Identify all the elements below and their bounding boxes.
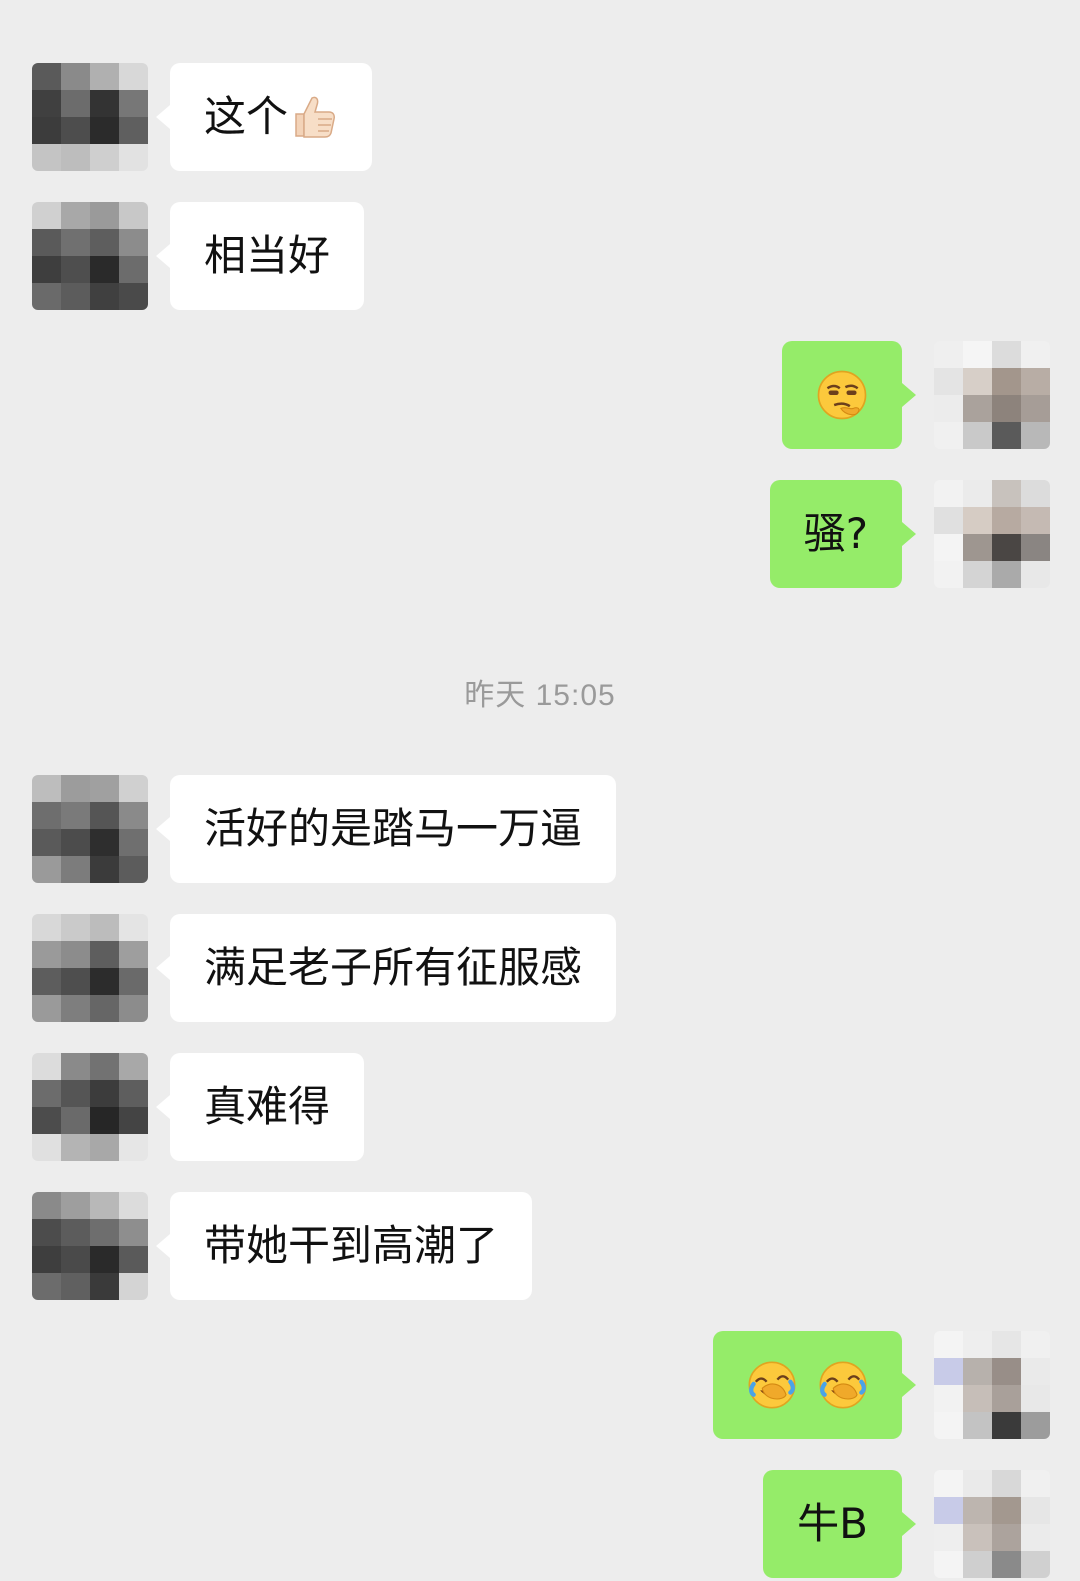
chat-window: 这个 相当好 骚? 昨天 15:05 活好的是踏马一万逼 满足老子所有征服感 真… [0,0,1080,1581]
message-row: 真难得 [0,1053,1080,1161]
message-row: 活好的是踏马一万逼 [0,775,1080,883]
message-row: 骚? [0,480,1080,588]
message-row: 牛B [0,1470,1080,1578]
message-bubble[interactable] [712,1331,917,1439]
message-row: 相当好 [0,202,1080,310]
message-bubble[interactable]: 活好的是踏马一万逼 [155,775,617,883]
thumbs-up-icon [295,96,336,138]
avatar[interactable] [32,63,148,171]
message-text: 骚? [803,509,868,558]
facepalm-laughing-face-icon [748,1361,796,1408]
message-row [0,341,1080,449]
message-text: 相当好 [204,231,331,280]
message-bubble[interactable]: 骚? [769,480,917,588]
message-bubble[interactable]: 相当好 [155,202,365,310]
message-text: 牛B [797,1499,868,1548]
message-text: 这个 [204,92,289,141]
smirking-thinking-face-icon [817,370,867,419]
message-row [0,1331,1080,1439]
message-text: 带她干到高潮了 [204,1221,499,1270]
message-text: 真难得 [204,1082,331,1131]
message-row: 这个 [0,63,1080,171]
avatar[interactable] [32,1192,148,1300]
avatar[interactable] [32,1053,148,1161]
avatar[interactable] [934,1470,1050,1578]
message-bubble[interactable]: 牛B [763,1470,916,1578]
timestamp: 昨天 15:05 [464,679,616,712]
avatar[interactable] [32,202,148,310]
message-bubble[interactable] [782,341,916,449]
avatar[interactable] [934,1331,1050,1439]
avatar[interactable] [32,775,148,883]
message-text: 活好的是踏马一万逼 [204,804,583,853]
message-row: 满足老子所有征服感 [0,914,1080,1022]
avatar[interactable] [32,914,148,1022]
facepalm-laughing-face-icon [819,1361,867,1408]
avatar[interactable] [934,480,1050,588]
avatar[interactable] [934,341,1050,449]
message-text: 满足老子所有征服感 [204,943,583,992]
message-bubble[interactable]: 这个 [155,63,373,171]
message-row: 带她干到高潮了 [0,1192,1080,1300]
message-bubble[interactable]: 真难得 [155,1053,365,1161]
message-bubble[interactable]: 满足老子所有征服感 [155,914,617,1022]
message-bubble[interactable]: 带她干到高潮了 [155,1192,533,1300]
